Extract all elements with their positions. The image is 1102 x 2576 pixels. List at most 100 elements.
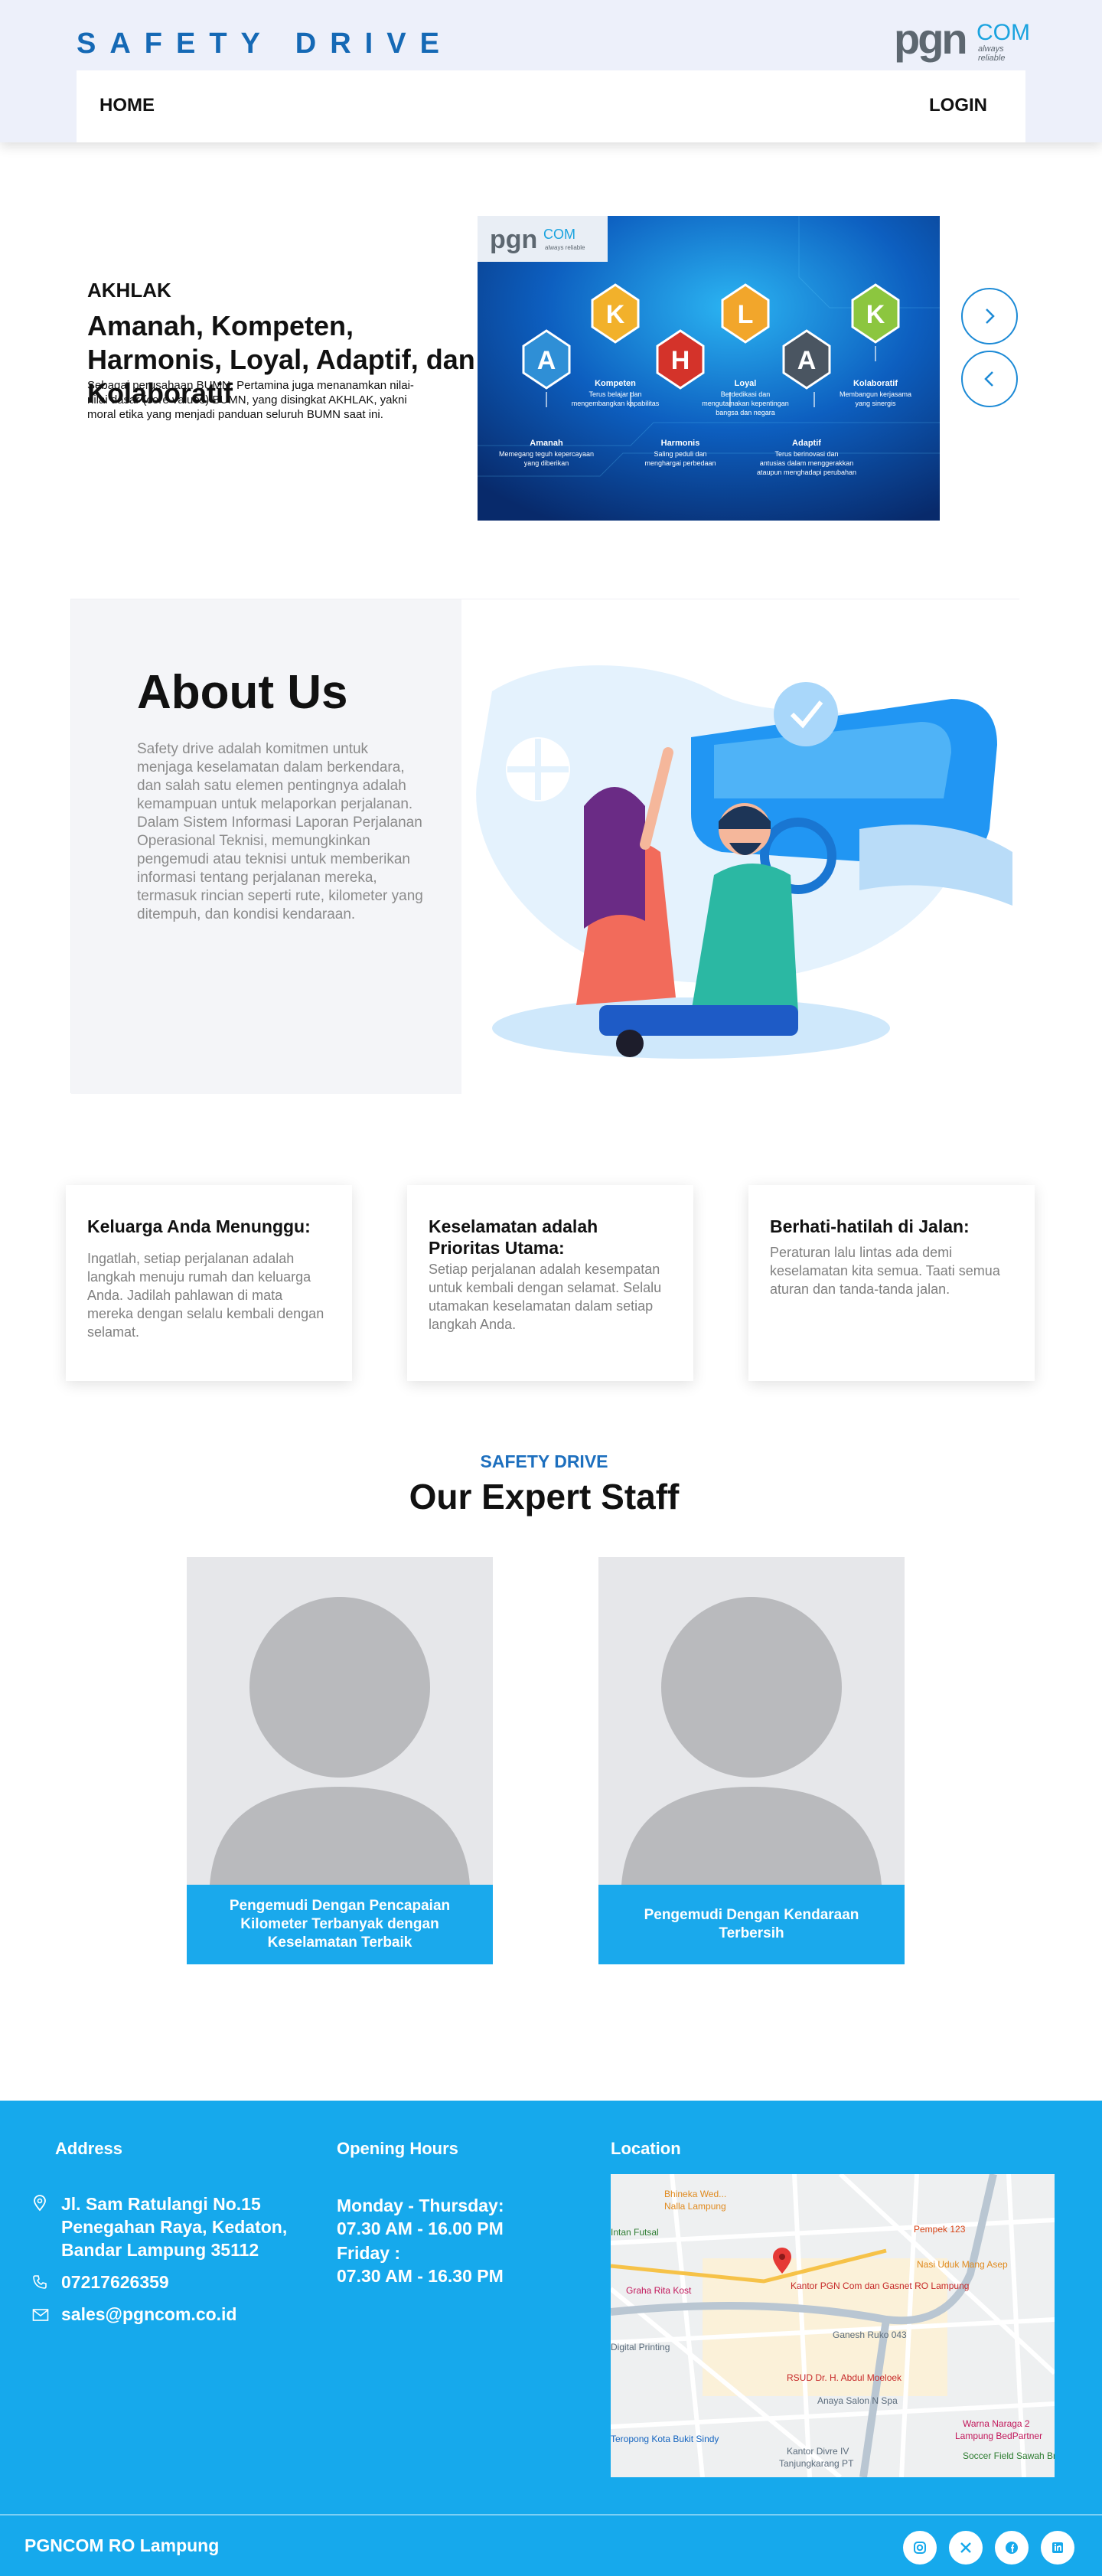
- linkedin-icon[interactable]: [1041, 2531, 1074, 2565]
- map-label-nasi: Nasi Uduk Mang Asep: [917, 2259, 1008, 2270]
- banner-logo-com: COM: [543, 227, 575, 242]
- banner-value-name-kompeten: Kompeten: [595, 379, 636, 388]
- phone-row[interactable]: 07217626359: [32, 2271, 169, 2295]
- akhlak-banner-image: pgn COM always reliable A K H L A K Aman…: [478, 216, 940, 521]
- banner-value-desc-amanah-1: Memegang teguh kepercayaan: [499, 450, 594, 458]
- facebook-icon[interactable]: [995, 2531, 1029, 2565]
- banner-letter-a2: A: [797, 346, 817, 375]
- banner-value-name-harmonis: Harmonis: [661, 439, 700, 448]
- card-title: Keselamatan adalah Prioritas Utama:: [429, 1216, 598, 1258]
- x-icon[interactable]: [949, 2531, 983, 2565]
- banner-value-desc-kompeten-1: Terus belajar dan: [588, 390, 641, 398]
- instagram-icon[interactable]: [903, 2531, 937, 2565]
- map-label-tanjung: Tanjungkarang PT: [779, 2458, 854, 2469]
- driving-illustration-svg: [476, 665, 1012, 1059]
- hours-heading: Opening Hours: [337, 2139, 458, 2158]
- banner-logo-pgn: pgn: [490, 225, 537, 254]
- map-label-futsal: Intan Futsal: [611, 2227, 659, 2238]
- map-label-nalla: Nalla Lampung: [664, 2201, 726, 2212]
- friday-hours: 07.30 AM - 16.30 PM: [337, 2266, 504, 2286]
- nav-home-link[interactable]: HOME: [99, 95, 155, 116]
- staff-card[interactable]: Pengemudi Dengan Pencapaian Kilometer Te…: [187, 1557, 493, 1964]
- nav-login-link[interactable]: LOGIN: [929, 95, 987, 116]
- banner-letter-k1: K: [606, 300, 625, 329]
- hero-subtitle: AKHLAK: [87, 279, 171, 302]
- about-text-panel: About Us Safety drive adalah komitmen un…: [71, 599, 461, 1094]
- map-label-lampung-bp: Lampung BedPartner: [955, 2431, 1042, 2441]
- weekday-label: Monday - Thursday:: [337, 2196, 504, 2215]
- map-label-soccer: Soccer Field Sawah Brebes: [963, 2450, 1055, 2461]
- about-text: Safety drive adalah komitmen untuk menja…: [137, 741, 423, 922]
- card-title: Keluarga Anda Menunggu:: [87, 1216, 311, 1236]
- page: SAFETY DRIVE pgn COM always reliable HOM…: [0, 0, 1102, 2576]
- info-card-family: Keluarga Anda Menunggu: Ingatlah, setiap…: [66, 1185, 352, 1381]
- footer-company-name: PGNCOM RO Lampung: [24, 2535, 220, 2555]
- phone-icon: [32, 2271, 61, 2295]
- staff-card[interactable]: Pengemudi Dengan Kendaraan Terbersih: [598, 1557, 905, 1964]
- akhlak-banner-svg: pgn COM always reliable A K H L A K Aman…: [478, 216, 940, 521]
- banner-value-desc-amanah-2: yang diberikan: [524, 459, 569, 467]
- banner-value-name-loyal: Loyal: [735, 379, 757, 388]
- staff-title: Our Expert Staff: [409, 1477, 680, 1517]
- map-label-anaya: Anaya Salon N Spa: [817, 2395, 898, 2406]
- map-label-bhw: Bhineka Wed...: [664, 2189, 726, 2199]
- banner-value-name-adaptif: Adaptif: [792, 439, 821, 448]
- banner-value-desc-kolaboratif-1: Membangun kerjasama: [840, 390, 911, 398]
- card-title: Berhati-hatilah di Jalan:: [770, 1216, 970, 1236]
- email-row[interactable]: sales@pgncom.co.id: [32, 2303, 236, 2327]
- logo-com: COM: [976, 20, 1030, 45]
- banner-value-desc-adaptif-1: Terus berinovasi dan: [774, 450, 838, 458]
- chevron-left-icon: [984, 371, 993, 387]
- address-text: Jl. Sam Ratulangi No.15 Penegahan Raya, …: [61, 2194, 288, 2260]
- map-label-warna: Warna Naraga 2: [963, 2418, 1030, 2429]
- map-label-kantor-dv: Kantor Divre IV: [787, 2446, 849, 2457]
- logo-pgn: pgn: [894, 15, 968, 63]
- info-card-careful: Berhati-hatilah di Jalan: Peraturan lalu…: [748, 1185, 1035, 1381]
- staff-caption: Pengemudi Dengan Pencapaian Kilometer Te…: [187, 1885, 493, 1964]
- banner-value-desc-loyal-3: bangsa dan negara: [716, 409, 775, 416]
- carousel-next-button[interactable]: [961, 288, 1018, 344]
- banner-letter-l: L: [738, 300, 754, 329]
- banner-letter-h: H: [671, 346, 690, 375]
- banner-value-desc-harmonis-2: menghargai perbedaan: [644, 459, 716, 467]
- navbar: HOME LOGIN: [77, 70, 1025, 142]
- about-section: About Us Safety drive adalah komitmen un…: [70, 599, 1020, 1094]
- logo-tagline: always reliable: [978, 44, 1006, 63]
- map-label-pempek: Pempek 123: [914, 2224, 966, 2235]
- banner-value-desc-loyal-1: Berdedikasi dan: [721, 390, 771, 398]
- phone-text[interactable]: 07217626359: [61, 2271, 169, 2294]
- info-card-priority: Keselamatan adalah Prioritas Utama: Seti…: [407, 1185, 693, 1381]
- brand-title: SAFETY DRIVE: [77, 28, 453, 60]
- staff-kicker: SAFETY DRIVE: [480, 1451, 608, 1471]
- banner-value-name-kolaboratif: Kolaboratif: [853, 379, 898, 388]
- pgncom-logo[interactable]: pgn COM always reliable: [894, 15, 1032, 64]
- banner-logo-tag: always reliable: [545, 244, 585, 251]
- banner-value-name-amanah: Amanah: [530, 439, 563, 448]
- site-header: SAFETY DRIVE pgn COM always reliable HOM…: [0, 0, 1102, 142]
- banner-value-desc-adaptif-2: antusias dalam menggerakkan: [760, 459, 854, 467]
- map-label-kantor: Kantor PGN Com dan Gasnet RO Lampung: [791, 2281, 969, 2291]
- location-pin-icon: [32, 2192, 61, 2217]
- banner-value-desc-harmonis-1: Saling peduli dan: [654, 450, 706, 458]
- avatar-placeholder-icon: [210, 1597, 470, 1885]
- friday-label: Friday :: [337, 2243, 401, 2263]
- staff-caption: Pengemudi Dengan Kendaraan Terbersih: [598, 1885, 905, 1964]
- address-heading: Address: [55, 2139, 123, 2158]
- map-label-graha: Graha Rita Kost: [626, 2285, 692, 2296]
- banner-value-desc-adaptif-3: ataupun menghadapi perubahan: [757, 469, 856, 476]
- card-text: Peraturan lalu lintas ada demi keselamat…: [770, 1245, 1000, 1297]
- site-footer: Address Jl. Sam Ratulangi No.15 Penegaha…: [0, 2101, 1102, 2514]
- carousel-prev-button[interactable]: [961, 351, 1018, 407]
- address-row: Jl. Sam Ratulangi No.15 Penegahan Raya, …: [32, 2192, 323, 2261]
- email-text[interactable]: sales@pgncom.co.id: [61, 2303, 236, 2326]
- map-label-rsud: RSUD Dr. H. Abdul Moeloek: [787, 2372, 902, 2383]
- location-map[interactable]: Bhineka Wed... Nalla Lampung Intan Futsa…: [611, 2174, 1055, 2477]
- chevron-right-icon: [986, 309, 995, 324]
- map-svg: Bhineka Wed... Nalla Lampung Intan Futsa…: [611, 2174, 1055, 2477]
- weekday-hours: 07.30 AM - 16.00 PM: [337, 2218, 504, 2238]
- hero-description: Sebagai perusahaan BUMN, Pertamina juga …: [87, 379, 414, 421]
- card-text: Ingatlah, setiap perjalanan adalah langk…: [87, 1251, 324, 1340]
- banner-value-desc-kolaboratif-2: yang sinergis: [855, 400, 896, 407]
- map-label-kopi: Teropong Kota Bukit Sindy: [611, 2434, 719, 2444]
- about-title: About Us: [137, 666, 348, 719]
